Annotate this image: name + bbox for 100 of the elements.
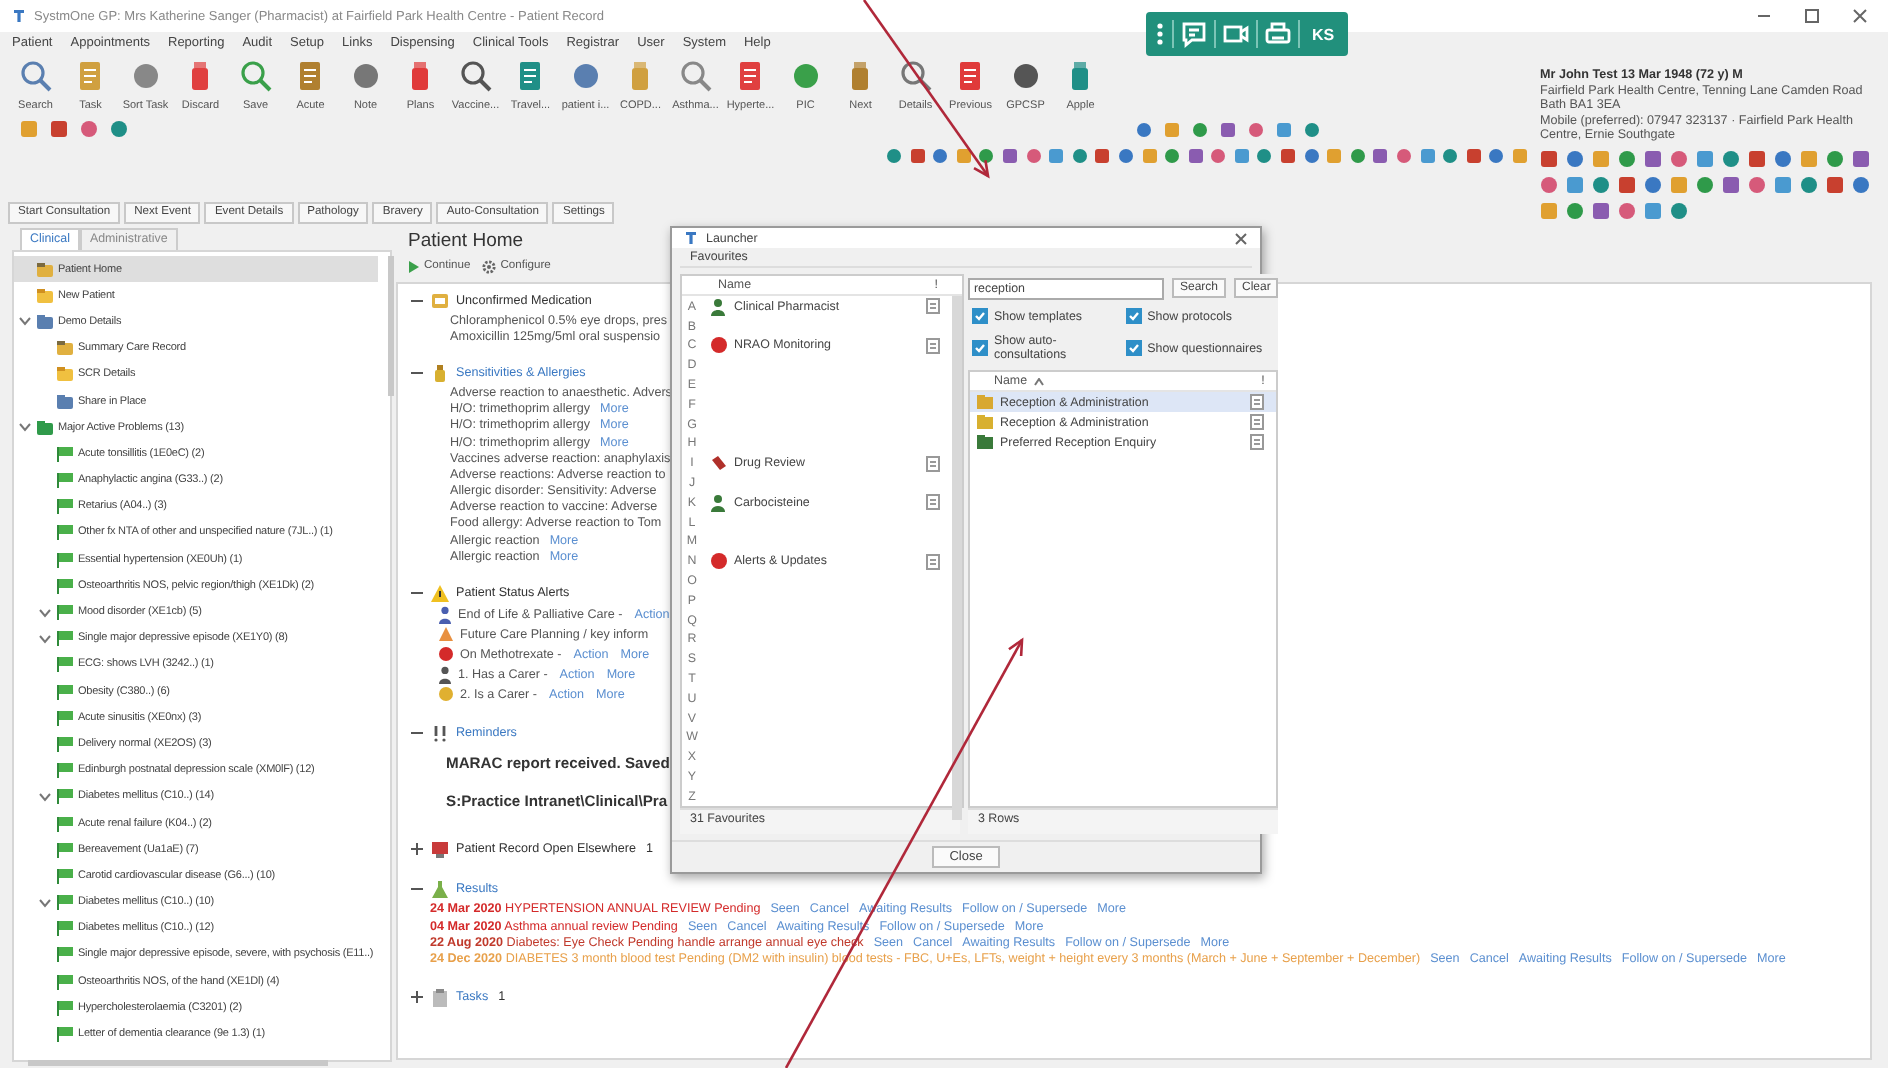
checkbox[interactable] — [1125, 340, 1142, 357]
folder-icon — [56, 393, 74, 410]
circle-icon — [1349, 148, 1366, 164]
folder-icon — [36, 287, 54, 304]
document-icon — [926, 494, 940, 511]
square-icon — [1644, 202, 1662, 220]
scrollbar[interactable] — [952, 296, 962, 821]
flag-icon — [56, 762, 74, 779]
circle-icon — [1566, 202, 1584, 220]
square-icon — [1465, 148, 1482, 164]
caret-icon[interactable] — [38, 789, 52, 804]
flag-icon — [56, 445, 74, 462]
circle-icon — [1396, 148, 1413, 164]
square-icon — [1670, 176, 1688, 194]
square-icon — [1566, 176, 1584, 194]
bottle-icon — [430, 363, 450, 384]
exclamation-icon — [430, 723, 450, 744]
expand-icon[interactable] — [410, 842, 424, 857]
chat-icon[interactable] — [1180, 20, 1208, 48]
square-icon — [955, 148, 972, 164]
caret-icon[interactable] — [18, 314, 32, 329]
video-icon[interactable] — [1222, 20, 1250, 48]
play-icon — [408, 259, 420, 273]
circle-icon — [438, 686, 454, 703]
flag-icon — [56, 630, 74, 647]
warning-icon — [430, 583, 450, 604]
magnifier-icon — [677, 58, 714, 94]
square-icon — [1592, 150, 1610, 168]
flag-icon — [56, 999, 74, 1016]
square-icon — [1512, 148, 1528, 164]
circle-icon — [1192, 121, 1208, 137]
square-icon — [50, 120, 68, 138]
circle-icon — [1442, 148, 1459, 164]
scrollbar[interactable] — [28, 1060, 328, 1066]
square-icon — [1164, 121, 1180, 137]
circle-icon — [1618, 202, 1636, 220]
square-icon — [1233, 148, 1250, 164]
square-icon — [1748, 150, 1766, 168]
menu-icon[interactable] — [1154, 20, 1166, 48]
scrollbar[interactable] — [388, 256, 394, 396]
expand-icon[interactable] — [410, 990, 424, 1004]
flag-icon — [56, 709, 74, 726]
square-icon — [1540, 150, 1558, 168]
circle-icon — [1644, 176, 1662, 194]
circle-icon — [438, 646, 454, 663]
folder-icon — [56, 366, 74, 383]
square-icon — [1540, 202, 1558, 220]
magnifier-icon — [897, 58, 934, 94]
flag-icon — [56, 524, 74, 541]
person-icon — [438, 665, 452, 684]
document-icon — [1250, 434, 1265, 451]
square-icon — [1800, 150, 1818, 168]
circle-icon — [1256, 148, 1273, 164]
circle-icon — [1136, 121, 1152, 137]
circle-icon — [1164, 148, 1181, 164]
folder-icon — [36, 261, 54, 278]
document-icon — [926, 553, 940, 570]
checkbox[interactable] — [972, 308, 988, 325]
circle-icon — [1722, 150, 1740, 168]
square-icon — [1276, 121, 1292, 137]
caret-icon[interactable] — [38, 605, 52, 620]
app-icon — [12, 8, 26, 24]
flag-icon — [56, 894, 74, 911]
maximize-icon[interactable] — [1804, 8, 1820, 24]
close-icon[interactable] — [1852, 8, 1868, 24]
flag-icon — [56, 920, 74, 937]
square-icon — [1644, 150, 1662, 168]
magnifier-icon — [237, 58, 274, 94]
close-icon[interactable] — [1234, 231, 1248, 246]
magnifier-icon — [17, 58, 54, 94]
circle-icon — [710, 552, 728, 571]
clipboard-icon — [430, 987, 450, 1007]
flag-icon — [56, 841, 74, 858]
circle-icon — [1618, 150, 1636, 168]
flag-icon — [56, 815, 74, 832]
printer-icon[interactable] — [1264, 20, 1292, 48]
flag-icon — [56, 498, 74, 515]
folder-icon — [976, 414, 994, 431]
flask-icon — [430, 879, 450, 900]
square-icon — [1280, 148, 1297, 164]
checkbox[interactable] — [1125, 308, 1142, 325]
circle-icon — [1303, 148, 1320, 164]
circle-icon — [1071, 148, 1088, 164]
square-icon — [20, 120, 38, 138]
caret-icon[interactable] — [38, 895, 52, 910]
document-icon — [926, 298, 940, 315]
folder-icon — [976, 394, 994, 411]
person-icon — [710, 493, 728, 512]
caret-icon[interactable] — [38, 631, 52, 646]
circle-icon — [110, 120, 128, 138]
flag-icon — [56, 788, 74, 805]
circle-icon — [978, 148, 995, 164]
circle-icon — [1826, 150, 1844, 168]
person-icon — [438, 605, 452, 624]
square-icon — [1826, 176, 1844, 194]
collapse-icon[interactable] — [410, 294, 424, 308]
circle-icon — [1670, 202, 1688, 220]
caret-icon[interactable] — [18, 420, 32, 435]
user-initials[interactable]: KS — [1306, 25, 1341, 43]
checkbox[interactable] — [972, 340, 988, 357]
